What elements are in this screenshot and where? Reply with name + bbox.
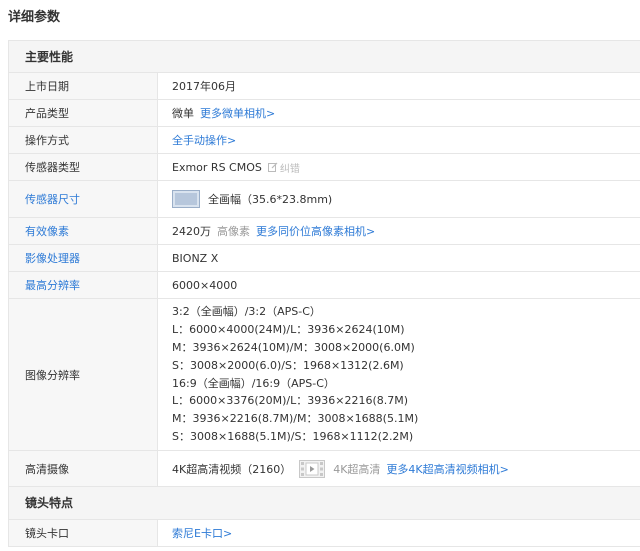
- resolution-line: S：3008×1688(5.1M)/S：1968×1112(2.2M): [172, 429, 414, 443]
- product-type-value: 微单: [172, 107, 194, 120]
- resolution-line: L：6000×4000(24M)/L：3936×2624(10M): [172, 323, 405, 337]
- image-resolution-list: 3:2（全画幅）/3:2（APS-C） L：6000×4000(24M)/L：3…: [158, 299, 640, 450]
- manual-operation-link[interactable]: 全手动操作>: [172, 132, 236, 148]
- table-row: 产品类型 微单 更多微单相机>: [8, 100, 640, 127]
- sensor-size-value: 全画幅（35.6*23.8mm): [208, 193, 333, 206]
- more-4k-video-link[interactable]: 更多4K超高清视频相机>: [386, 461, 508, 477]
- row-value: Exmor RS CMOS 纠错: [158, 154, 640, 180]
- section-header-main: 主要性能: [8, 41, 640, 73]
- table-row: 图像分辨率 3:2（全画幅）/3:2（APS-C） L：6000×4000(24…: [8, 299, 640, 451]
- max-resolution-value: 6000×4000: [172, 278, 238, 292]
- correction-label: 纠错: [279, 163, 300, 175]
- row-label: 操作方式: [9, 127, 158, 153]
- row-label: 图像分辨率: [9, 299, 158, 450]
- row-value: 全手动操作>: [158, 127, 640, 153]
- row-label-link[interactable]: 传感器尺寸: [9, 181, 158, 217]
- table-row: 操作方式 全手动操作>: [8, 127, 640, 154]
- sony-e-mount-link[interactable]: 索尼E卡口>: [172, 525, 232, 541]
- table-row: 最高分辨率 6000×4000: [8, 272, 640, 299]
- high-pixel-tag: 高像素: [217, 225, 250, 238]
- more-high-pixel-link[interactable]: 更多同价位高像素相机>: [256, 223, 375, 239]
- table-row: 传感器尺寸 全画幅（35.6*23.8mm): [8, 181, 640, 218]
- video-icon: [299, 459, 326, 478]
- row-label: 产品类型: [9, 100, 158, 126]
- row-label: 镜头卡口: [9, 520, 158, 546]
- resolution-line: M：3936×2624(10M)/M：3008×2000(6.0M): [172, 340, 415, 354]
- hd-video-value: 4K超高清视频（2160）: [172, 462, 292, 476]
- table-row: 传感器类型 Exmor RS CMOS 纠错: [8, 154, 640, 181]
- page-title: 详细参数: [8, 10, 61, 25]
- row-label: 传感器类型: [9, 154, 158, 180]
- row-value: 微单 更多微单相机>: [158, 100, 640, 126]
- resolution-line: L：6000×3376(20M)/L：3936×2216(8.7M): [172, 394, 409, 408]
- sensor-size-icon: [172, 190, 200, 208]
- row-value: 2017年06月: [158, 73, 640, 99]
- table-row: 影像处理器 BIONZ X: [8, 245, 640, 272]
- edit-icon: [267, 162, 278, 172]
- row-label: 高清摄像: [9, 451, 158, 486]
- release-date-value: 2017年06月: [172, 80, 236, 93]
- row-value: BIONZ X: [158, 245, 640, 271]
- table-row: 有效像素 2420万 高像素 更多同价位高像素相机>: [8, 218, 640, 245]
- row-value: 2420万 高像素 更多同价位高像素相机>: [158, 218, 640, 244]
- spec-table: 主要性能 上市日期 2017年06月 产品类型 微单 更多微单相机> 操作方式 …: [8, 40, 640, 547]
- effective-pixels-value: 2420万: [172, 225, 211, 238]
- section-header-lens: 镜头特点: [8, 487, 640, 520]
- table-row: 镜头卡口 索尼E卡口>: [8, 520, 640, 547]
- resolution-line: M：3936×2216(8.7M)/M：3008×1688(5.1M): [172, 412, 419, 426]
- row-label-link[interactable]: 影像处理器: [9, 245, 158, 271]
- table-row: 高清摄像 4K超高清视频（2160） 4K超高清 更多4K超高清视频相机>: [8, 451, 640, 487]
- 4k-tag: 4K超高清: [333, 462, 381, 476]
- sensor-type-value: Exmor RS CMOS: [172, 160, 262, 174]
- row-label: 上市日期: [9, 73, 158, 99]
- more-mirrorless-link[interactable]: 更多微单相机>: [200, 105, 275, 121]
- processor-value: BIONZ X: [172, 251, 219, 265]
- row-value: 全画幅（35.6*23.8mm): [158, 181, 640, 217]
- resolution-line: 16:9（全画幅）/16:9（APS-C）: [172, 376, 335, 390]
- table-row: 上市日期 2017年06月: [8, 73, 640, 100]
- correction-button[interactable]: 纠错: [267, 160, 300, 175]
- row-value: 索尼E卡口>: [158, 520, 640, 546]
- row-value: 4K超高清视频（2160） 4K超高清 更多4K超高清视频相机>: [158, 451, 640, 486]
- row-label-link[interactable]: 有效像素: [9, 218, 158, 244]
- row-label-link[interactable]: 最高分辨率: [9, 272, 158, 298]
- resolution-line: 3:2（全画幅）/3:2（APS-C）: [172, 305, 321, 319]
- row-value: 6000×4000: [158, 272, 640, 298]
- resolution-line: S：3008×2000(6.0)/S：1968×1312(2.6M): [172, 358, 404, 372]
